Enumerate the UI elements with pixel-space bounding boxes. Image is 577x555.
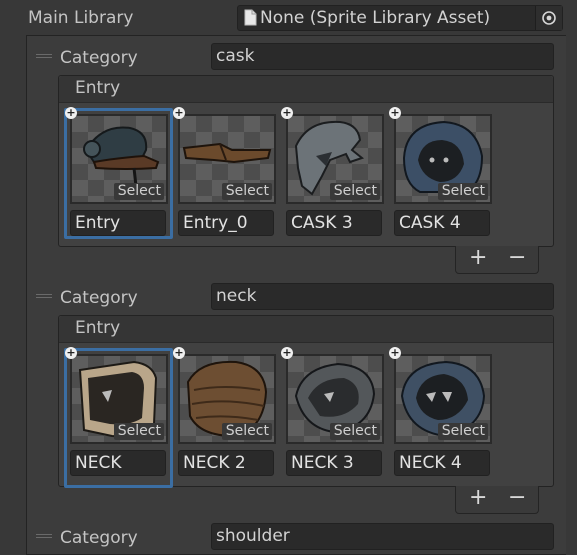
remove-entry-button[interactable]: − [508,246,526,270]
sprite-entry[interactable]: Select + NECK 3 [281,347,384,478]
sprite-entry[interactable]: Select + NECK [65,347,168,478]
add-badge-icon[interactable]: + [389,107,401,119]
drag-handle-icon[interactable] [36,294,52,298]
entry-name-field[interactable]: NECK 2 [178,450,274,476]
select-button[interactable]: Select [221,183,272,200]
category-name-field[interactable]: neck [211,283,554,310]
object-picker-icon[interactable] [535,6,562,30]
entry-header: Entry [59,76,553,103]
add-badge-icon[interactable]: + [281,107,293,119]
category-label: Category [60,48,138,68]
sprite-entry[interactable]: Select + NECK 2 [173,347,276,478]
entry-header: Entry [59,316,553,343]
category-name-field[interactable]: cask [211,43,554,70]
add-badge-icon[interactable]: + [65,347,77,359]
list-add-remove-controls: + − [455,246,539,274]
select-button[interactable]: Select [329,183,380,200]
select-button[interactable]: Select [113,183,164,200]
sprite-thumbnail[interactable]: Select [394,114,492,204]
entry-header-label: Entry [75,318,121,338]
sprite-thumbnail[interactable]: Select [70,114,168,204]
main-library-label: Main Library [28,8,134,28]
list-add-remove-controls: + − [455,486,539,514]
document-icon [244,9,257,33]
entry-name-field[interactable]: CASK 4 [394,210,490,236]
add-entry-button[interactable]: + [469,486,487,510]
entry-name-field[interactable]: NECK 3 [286,450,382,476]
select-button[interactable]: Select [221,423,272,440]
sprite-thumbnail[interactable]: Select [70,354,168,444]
sprite-entry[interactable]: Select + CASK 4 [389,107,492,238]
select-button[interactable]: Select [113,423,164,440]
sprite-thumbnail[interactable]: Select [178,354,276,444]
drag-handle-icon[interactable] [36,54,52,58]
add-badge-icon[interactable]: + [389,347,401,359]
entry-name-field[interactable]: NECK [70,450,166,476]
remove-entry-button[interactable]: − [508,486,526,510]
entry-name-field[interactable]: CASK 3 [286,210,382,236]
entry-name-field[interactable]: Entry [70,210,166,236]
select-button[interactable]: Select [329,423,380,440]
category-name-field[interactable]: shoulder [211,523,554,550]
sprite-thumbnail[interactable]: Select [394,354,492,444]
add-badge-icon[interactable]: + [173,107,185,119]
add-badge-icon[interactable]: + [281,347,293,359]
category-label: Category [60,528,138,548]
sprite-thumbnail[interactable]: Select [286,354,384,444]
sprite-entry[interactable]: Select + Entry_0 [173,107,276,238]
main-library-value: None (Sprite Library Asset) [260,8,491,28]
sprite-entry[interactable]: Select + Entry [65,107,168,238]
sprite-entry[interactable]: Select + CASK 3 [281,107,384,238]
add-badge-icon[interactable]: + [173,347,185,359]
drag-handle-icon[interactable] [36,534,52,538]
entry-name-field[interactable]: NECK 4 [394,450,490,476]
sprite-thumbnail[interactable]: Select [178,114,276,204]
main-library-field[interactable]: None (Sprite Library Asset) [237,5,563,31]
select-button[interactable]: Select [437,183,488,200]
category-label: Category [60,288,138,308]
add-entry-button[interactable]: + [469,246,487,270]
sprite-thumbnail[interactable]: Select [286,114,384,204]
entry-name-field[interactable]: Entry_0 [178,210,274,236]
add-badge-icon[interactable]: + [65,107,77,119]
sprite-entry[interactable]: Select + NECK 4 [389,347,492,478]
entry-header-label: Entry [75,78,121,98]
select-button[interactable]: Select [437,423,488,440]
